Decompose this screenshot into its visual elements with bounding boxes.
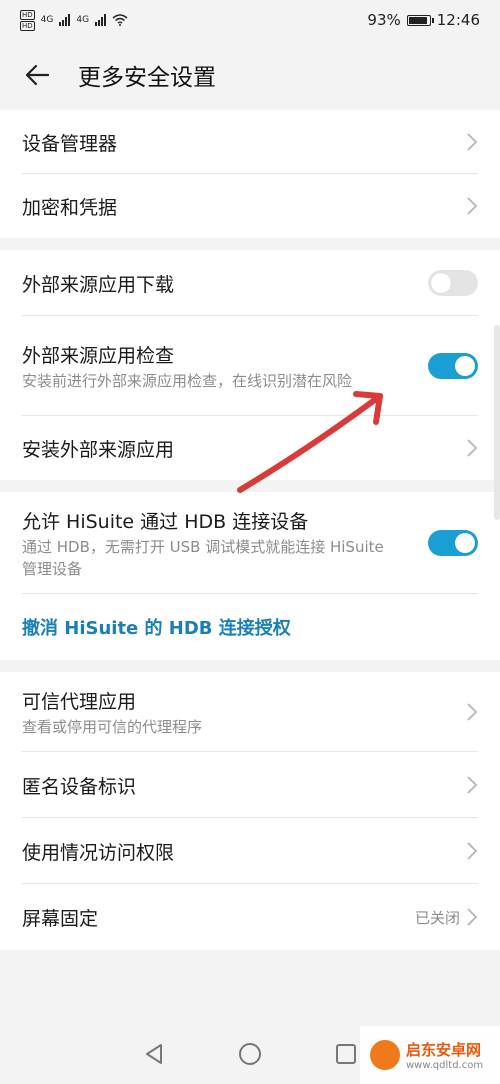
chevron-right-icon (467, 133, 478, 151)
install-external-label: 安装外部来源应用 (22, 438, 175, 461)
app-header: 更多安全设置 (0, 40, 500, 110)
watermark: 启东安卓网 www.qdltd.com (360, 1026, 500, 1084)
toggle-knob (431, 273, 451, 293)
hisuite-allow-toggle[interactable] (428, 530, 478, 556)
page-title: 更多安全设置 (78, 65, 216, 91)
external-check-toggle[interactable] (428, 353, 478, 379)
screen-pinning-value: 已关闭 (414, 908, 460, 927)
device-manager-label: 设备管理器 (22, 132, 118, 155)
sig1-label: 4G (40, 15, 54, 25)
screen-pinning-item[interactable]: 屏幕固定 已关闭 (0, 884, 500, 950)
back-arrow-icon[interactable] (22, 60, 52, 90)
status-bar: HD HD 4G 4G 93% 12:46 (0, 0, 500, 40)
chevron-right-icon (467, 703, 478, 721)
status-right: 93% 12:46 (367, 11, 480, 29)
anonymous-id-label: 匿名设备标识 (22, 775, 137, 798)
hd-badges: HD HD (20, 9, 35, 31)
watermark-url: www.qdltd.com (406, 1060, 484, 1071)
trust-agents-label: 可信代理应用 (22, 690, 137, 713)
hisuite-allow-item[interactable]: 允许 HiSuite 通过 HDB 连接设备 通过 HDB，无需打开 USB 调… (0, 492, 500, 594)
battery-fill (408, 16, 427, 24)
battery-percent: 93% (367, 11, 401, 29)
status-left: HD HD 4G 4G (20, 9, 128, 31)
encryption-label: 加密和凭据 (22, 196, 118, 219)
signal-icon (59, 14, 71, 26)
watermark-logo-icon (370, 1040, 400, 1070)
chevron-right-icon (467, 197, 478, 215)
nav-recents-icon[interactable] (333, 1041, 359, 1067)
external-check-label: 外部来源应用检查 (22, 344, 175, 367)
sig2-label: 4G (76, 15, 90, 25)
chevron-right-icon (467, 842, 478, 860)
trust-agents-desc: 查看或停用可信的代理程序 (22, 717, 203, 736)
external-check-desc: 安装前进行外部来源应用检查，在线识别潜在风险 (22, 371, 353, 390)
wifi-icon (112, 14, 128, 26)
external-download-label: 外部来源应用下载 (22, 273, 175, 296)
external-download-item[interactable]: 外部来源应用下载 (0, 250, 500, 316)
clock: 12:46 (436, 11, 480, 29)
hd-badge: HD (20, 20, 35, 31)
hisuite-revoke-item[interactable]: 撤消 HiSuite 的 HDB 连接授权 (0, 594, 500, 660)
hisuite-allow-desc: 通过 HDB，无需打开 USB 调试模式就能连接 HiSuite 管理设备 (22, 537, 384, 578)
section-external: 外部来源应用下载 外部来源应用检查 安装前进行外部来源应用检查，在线识别潜在风险… (0, 250, 500, 480)
hisuite-revoke-link[interactable]: 撤消 HiSuite 的 HDB 连接授权 (22, 614, 291, 640)
scrollbar[interactable] (494, 325, 500, 520)
chevron-right-icon (467, 439, 478, 457)
hisuite-allow-label: 允许 HiSuite 通过 HDB 连接设备 (22, 510, 309, 533)
toggle-knob (455, 533, 475, 553)
toggle-knob (455, 356, 475, 376)
anonymous-id-item[interactable]: 匿名设备标识 (0, 752, 500, 818)
external-download-toggle[interactable] (428, 270, 478, 296)
external-check-item[interactable]: 外部来源应用检查 安装前进行外部来源应用检查，在线识别潜在风险 (0, 316, 500, 416)
hd-badge: HD (20, 9, 35, 20)
chevron-right-icon (467, 908, 478, 926)
section-misc: 可信代理应用 查看或停用可信的代理程序 匿名设备标识 使用情况访问权限 屏幕固定… (0, 672, 500, 950)
encryption-item[interactable]: 加密和凭据 (0, 174, 500, 238)
chevron-right-icon (467, 776, 478, 794)
watermark-name: 启东安卓网 (406, 1041, 482, 1059)
section-device: 设备管理器 加密和凭据 (0, 110, 500, 238)
install-external-item[interactable]: 安装外部来源应用 (0, 416, 500, 480)
section-hisuite: 允许 HiSuite 通过 HDB 连接设备 通过 HDB，无需打开 USB 调… (0, 492, 500, 660)
screen-pinning-label: 屏幕固定 (22, 907, 99, 930)
usage-access-label: 使用情况访问权限 (22, 841, 175, 864)
signal-icon (95, 14, 107, 26)
nav-home-icon[interactable] (237, 1041, 263, 1067)
nav-back-icon[interactable] (141, 1041, 167, 1067)
trust-agents-item[interactable]: 可信代理应用 查看或停用可信的代理程序 (0, 672, 500, 752)
device-manager-item[interactable]: 设备管理器 (0, 110, 500, 174)
usage-access-item[interactable]: 使用情况访问权限 (0, 818, 500, 884)
battery-icon (406, 14, 434, 26)
